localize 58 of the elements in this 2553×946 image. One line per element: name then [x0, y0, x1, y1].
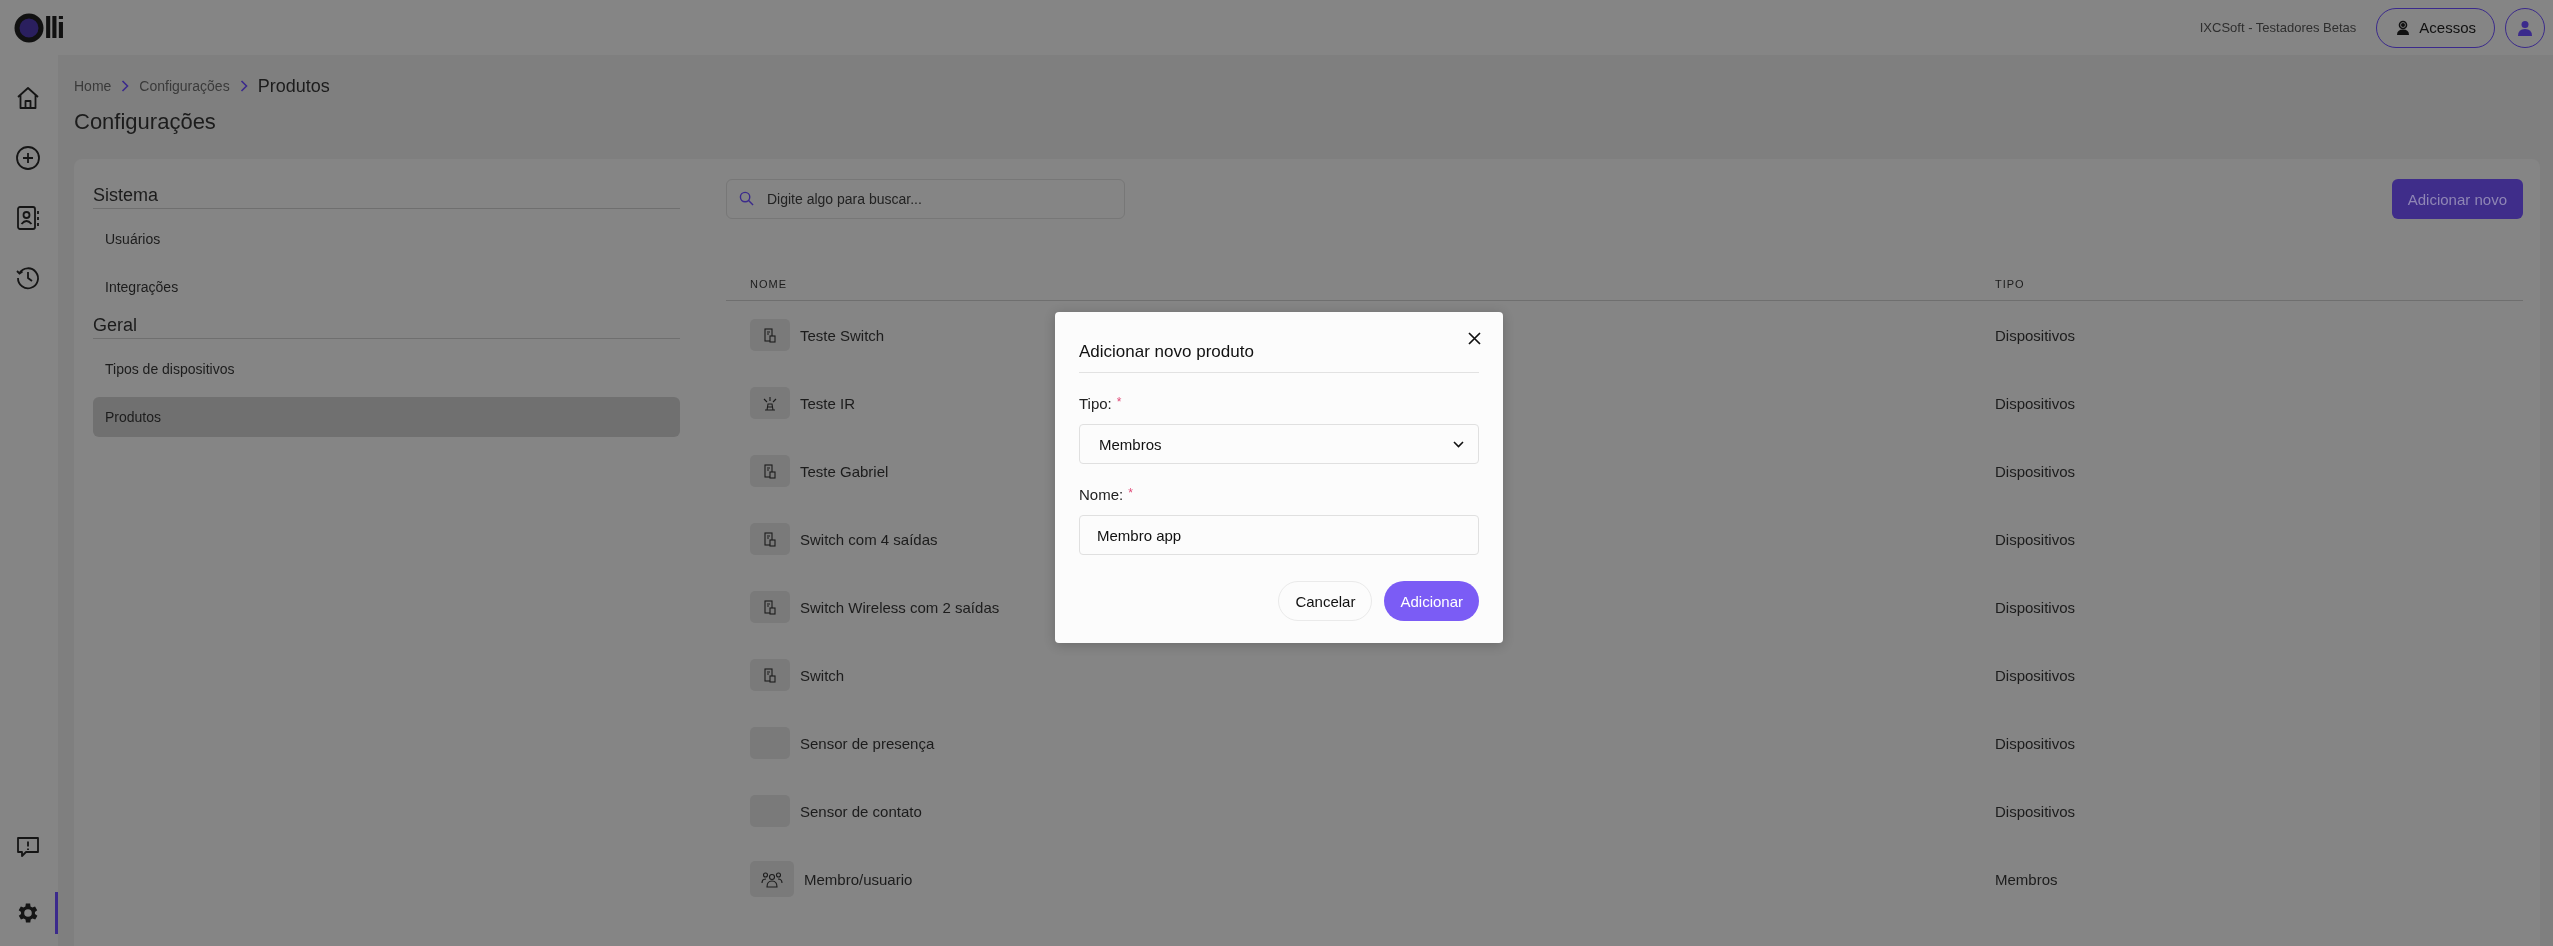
product-name: Membro/usuario: [804, 870, 913, 888]
user-icon: [2518, 19, 2532, 36]
support-agent-icon: [2395, 19, 2412, 36]
menu-item[interactable]: Integrações: [93, 267, 680, 307]
product-name: Switch com 4 saídas: [800, 530, 938, 548]
close-icon: [1468, 332, 1481, 345]
device-icon: [764, 531, 776, 547]
product-type: Dispositivos: [1995, 666, 2077, 684]
product-name: Switch Wireless com 2 saídas: [800, 598, 1000, 616]
breadcrumb-link[interactable]: Configurações: [139, 78, 230, 94]
chevron-down-icon: [1453, 440, 1464, 448]
device-icon: [764, 463, 776, 479]
product-type: Membros: [1995, 870, 2059, 888]
required-marker: *: [1128, 486, 1133, 500]
product-name: Switch: [800, 666, 845, 684]
product-name: Sensor de presença: [800, 734, 935, 752]
search-icon: [739, 191, 754, 206]
device-icon: [764, 599, 776, 615]
close-button[interactable]: [1466, 330, 1483, 347]
logo-text: lli: [44, 12, 63, 43]
breadcrumb-current: Produtos: [257, 75, 330, 97]
product-name: Teste Switch: [800, 326, 885, 344]
device-icon: [764, 327, 776, 343]
breadcrumb-link[interactable]: Home: [74, 78, 112, 94]
name-input[interactable]: Membro app: [1079, 515, 1479, 555]
required-marker: *: [1116, 395, 1122, 409]
confirm-button[interactable]: Adicionar: [1384, 581, 1479, 621]
product-name: Sensor de contato: [800, 802, 922, 820]
product-type: Dispositivos: [1995, 598, 2077, 616]
product-type: Dispositivos: [1995, 734, 2077, 752]
device-icon: [764, 667, 776, 683]
product-type: Dispositivos: [1995, 802, 2077, 820]
chevron-right-icon: [121, 80, 130, 92]
product-type: Dispositivos: [1995, 530, 2077, 548]
menu-item[interactable]: Usuários: [93, 219, 680, 259]
cancel-button[interactable]: Cancelar: [1278, 581, 1373, 621]
menu-item[interactable]: Produtos: [93, 397, 680, 437]
logo-mark-icon: [14, 12, 44, 43]
add-new-button[interactable]: Adicionar novo: [2391, 179, 2523, 219]
product-name: Teste Gabriel: [800, 462, 889, 480]
field-label: Nome:: [1079, 486, 1124, 503]
organization-name: IXCSoft - Testadores Betas: [2199, 20, 2357, 35]
people-icon: [761, 870, 783, 888]
section-heading: Sistema: [93, 185, 680, 209]
column-header: TIPO: [1995, 278, 2026, 290]
product-type: Dispositivos: [1995, 394, 2077, 412]
product-name: Teste IR: [800, 394, 856, 412]
page-title: Configurações: [74, 109, 217, 135]
product-type: Dispositivos: [1995, 326, 2077, 344]
dialog-title: Adicionar novo produto: [1079, 342, 1479, 373]
chevron-right-icon: [239, 80, 248, 92]
search-field[interactable]: Digite algo para buscar...: [726, 179, 1125, 219]
menu-item[interactable]: Tipos de dispositivos: [93, 349, 680, 389]
product-type: Dispositivos: [1995, 462, 2077, 480]
field-label: Tipo:: [1079, 395, 1112, 412]
type-dropdown[interactable]: Membros: [1079, 424, 1479, 464]
section-heading: Geral: [93, 315, 680, 339]
column-header: NOME: [749, 278, 788, 290]
